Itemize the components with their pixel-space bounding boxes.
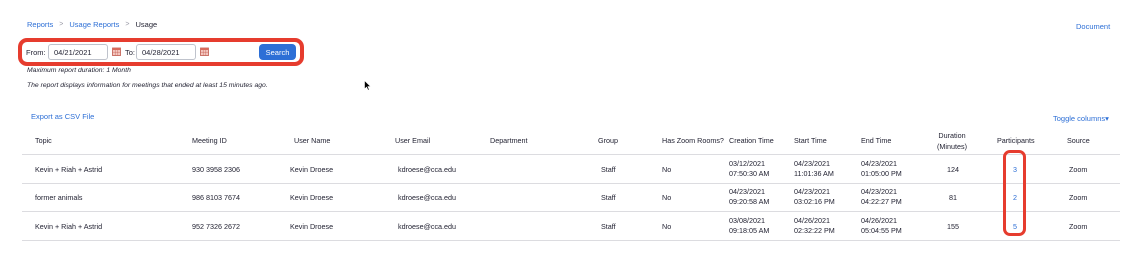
to-label: To: (125, 48, 136, 57)
from-date-input[interactable] (48, 44, 108, 60)
cell-start-clock: 03:02:16 PM (794, 197, 835, 206)
cell-end-clock: 04:22:27 PM (861, 197, 902, 206)
participants-highlight-outline (1003, 150, 1026, 236)
column-header-start-time[interactable]: Start Time (794, 136, 827, 145)
cell-duration: 81 (949, 193, 957, 202)
cell-source: Zoom (1069, 222, 1088, 231)
cell-start-time: 04/26/2021 02:32:22 PM (794, 216, 835, 236)
cell-duration: 124 (947, 165, 959, 174)
cell-creation-clock: 07:50:30 AM (729, 169, 770, 178)
column-header-has-zoom-rooms[interactable]: Has Zoom Rooms? (662, 136, 724, 145)
row-divider (22, 211, 1120, 212)
column-header-department[interactable]: Department (490, 136, 528, 145)
cell-source: Zoom (1069, 193, 1088, 202)
to-date-input[interactable] (136, 44, 196, 60)
cell-has-zoom-rooms: No (662, 165, 672, 174)
cell-meeting-id: 930 3958 2306 (192, 165, 240, 174)
max-duration-note: Maximum report duration: 1 Month (27, 67, 131, 74)
cell-topic: Kevin + Riah + Astrid (35, 165, 103, 174)
cell-user-name: Kevin Droese (290, 165, 334, 174)
column-header-duration[interactable]: Duration (Minutes) (932, 130, 972, 152)
cell-start-date: 04/26/2021 (794, 216, 830, 225)
column-header-source[interactable]: Source (1067, 136, 1090, 145)
breadcrumb-separator: > (59, 21, 64, 28)
column-header-end-time[interactable]: End Time (861, 136, 891, 145)
cell-meeting-id: 986 8103 7674 (192, 193, 240, 202)
column-header-meeting-id[interactable]: Meeting ID (192, 136, 227, 145)
cell-user-email: kdroese@cca.edu (398, 193, 457, 202)
cell-end-clock: 05:04:55 PM (861, 226, 902, 235)
cell-creation-date: 03/08/2021 (729, 216, 765, 225)
cell-user-name: Kevin Droese (290, 222, 334, 231)
search-button[interactable]: Search (259, 44, 296, 60)
cell-has-zoom-rooms: No (662, 193, 672, 202)
cell-creation-time: 03/08/2021 09:18:05 AM (729, 216, 769, 236)
breadcrumb-separator: > (125, 21, 130, 28)
breadcrumb: Reports > Usage Reports > Usage (27, 20, 157, 29)
row-divider (22, 183, 1120, 184)
cell-meeting-id: 952 7326 2672 (192, 222, 240, 231)
cell-group: Staff (601, 222, 616, 231)
report-info-note: The report displays information for meet… (27, 82, 268, 89)
breadcrumb-usage-reports[interactable]: Usage Reports (69, 20, 119, 29)
cell-source: Zoom (1069, 165, 1088, 174)
cell-creation-clock: 09:20:58 AM (729, 197, 770, 206)
breadcrumb-current-usage: Usage (135, 20, 158, 29)
column-header-duration-label: Duration (938, 131, 966, 140)
cell-start-clock: 11:01:36 AM (794, 169, 834, 178)
calendar-icon[interactable] (200, 47, 209, 56)
cell-duration: 155 (947, 222, 959, 231)
cell-end-time: 04/23/2021 01:05:00 PM (861, 159, 902, 179)
column-header-creation-time[interactable]: Creation Time (729, 136, 774, 145)
cell-creation-date: 04/23/2021 (729, 187, 765, 196)
cell-user-name: Kevin Droese (290, 193, 334, 202)
cell-creation-date: 03/12/2021 (729, 159, 765, 168)
row-divider (22, 240, 1120, 241)
cell-start-date: 04/23/2021 (794, 187, 830, 196)
cell-creation-time: 04/23/2021 09:20:58 AM (729, 187, 769, 207)
cell-end-date: 04/26/2021 (861, 216, 897, 225)
document-link[interactable]: Document (1076, 22, 1110, 31)
column-header-user-name[interactable]: User Name (294, 136, 330, 145)
cell-has-zoom-rooms: No (662, 222, 672, 231)
cell-topic: former animals (35, 193, 83, 202)
column-header-duration-unit: (Minutes) (937, 142, 967, 151)
cell-creation-clock: 09:18:05 AM (729, 226, 770, 235)
cell-start-clock: 02:32:22 PM (794, 226, 835, 235)
cell-user-email: kdroese@cca.edu (398, 165, 457, 174)
cell-end-time: 04/23/2021 04:22:27 PM (861, 187, 902, 207)
cell-group: Staff (601, 193, 616, 202)
cell-start-time: 04/23/2021 03:02:16 PM (794, 187, 835, 207)
cell-end-date: 04/23/2021 (861, 187, 897, 196)
cell-creation-time: 03/12/2021 07:50:30 AM (729, 159, 769, 179)
cell-end-date: 04/23/2021 (861, 159, 897, 168)
cell-user-email: kdroese@cca.edu (398, 222, 457, 231)
header-divider (22, 154, 1120, 155)
cell-start-time: 04/23/2021 11:01:36 AM (794, 159, 834, 179)
column-header-topic[interactable]: Topic (35, 136, 52, 145)
cell-end-time: 04/26/2021 05:04:55 PM (861, 216, 902, 236)
mouse-cursor-icon (364, 79, 372, 91)
cell-group: Staff (601, 165, 616, 174)
toggle-columns-link[interactable]: Toggle columns▾ (1053, 114, 1109, 123)
cell-start-date: 04/23/2021 (794, 159, 830, 168)
column-header-participants[interactable]: Participants (997, 136, 1035, 145)
cell-topic: Kevin + Riah + Astrid (35, 222, 103, 231)
column-header-user-email[interactable]: User Email (395, 136, 430, 145)
column-header-group[interactable]: Group (598, 136, 618, 145)
breadcrumb-reports[interactable]: Reports (27, 20, 53, 29)
calendar-icon[interactable] (112, 47, 121, 56)
from-label: From: (26, 48, 46, 57)
export-csv-link[interactable]: Export as CSV File (31, 112, 94, 121)
cell-end-clock: 01:05:00 PM (861, 169, 902, 178)
